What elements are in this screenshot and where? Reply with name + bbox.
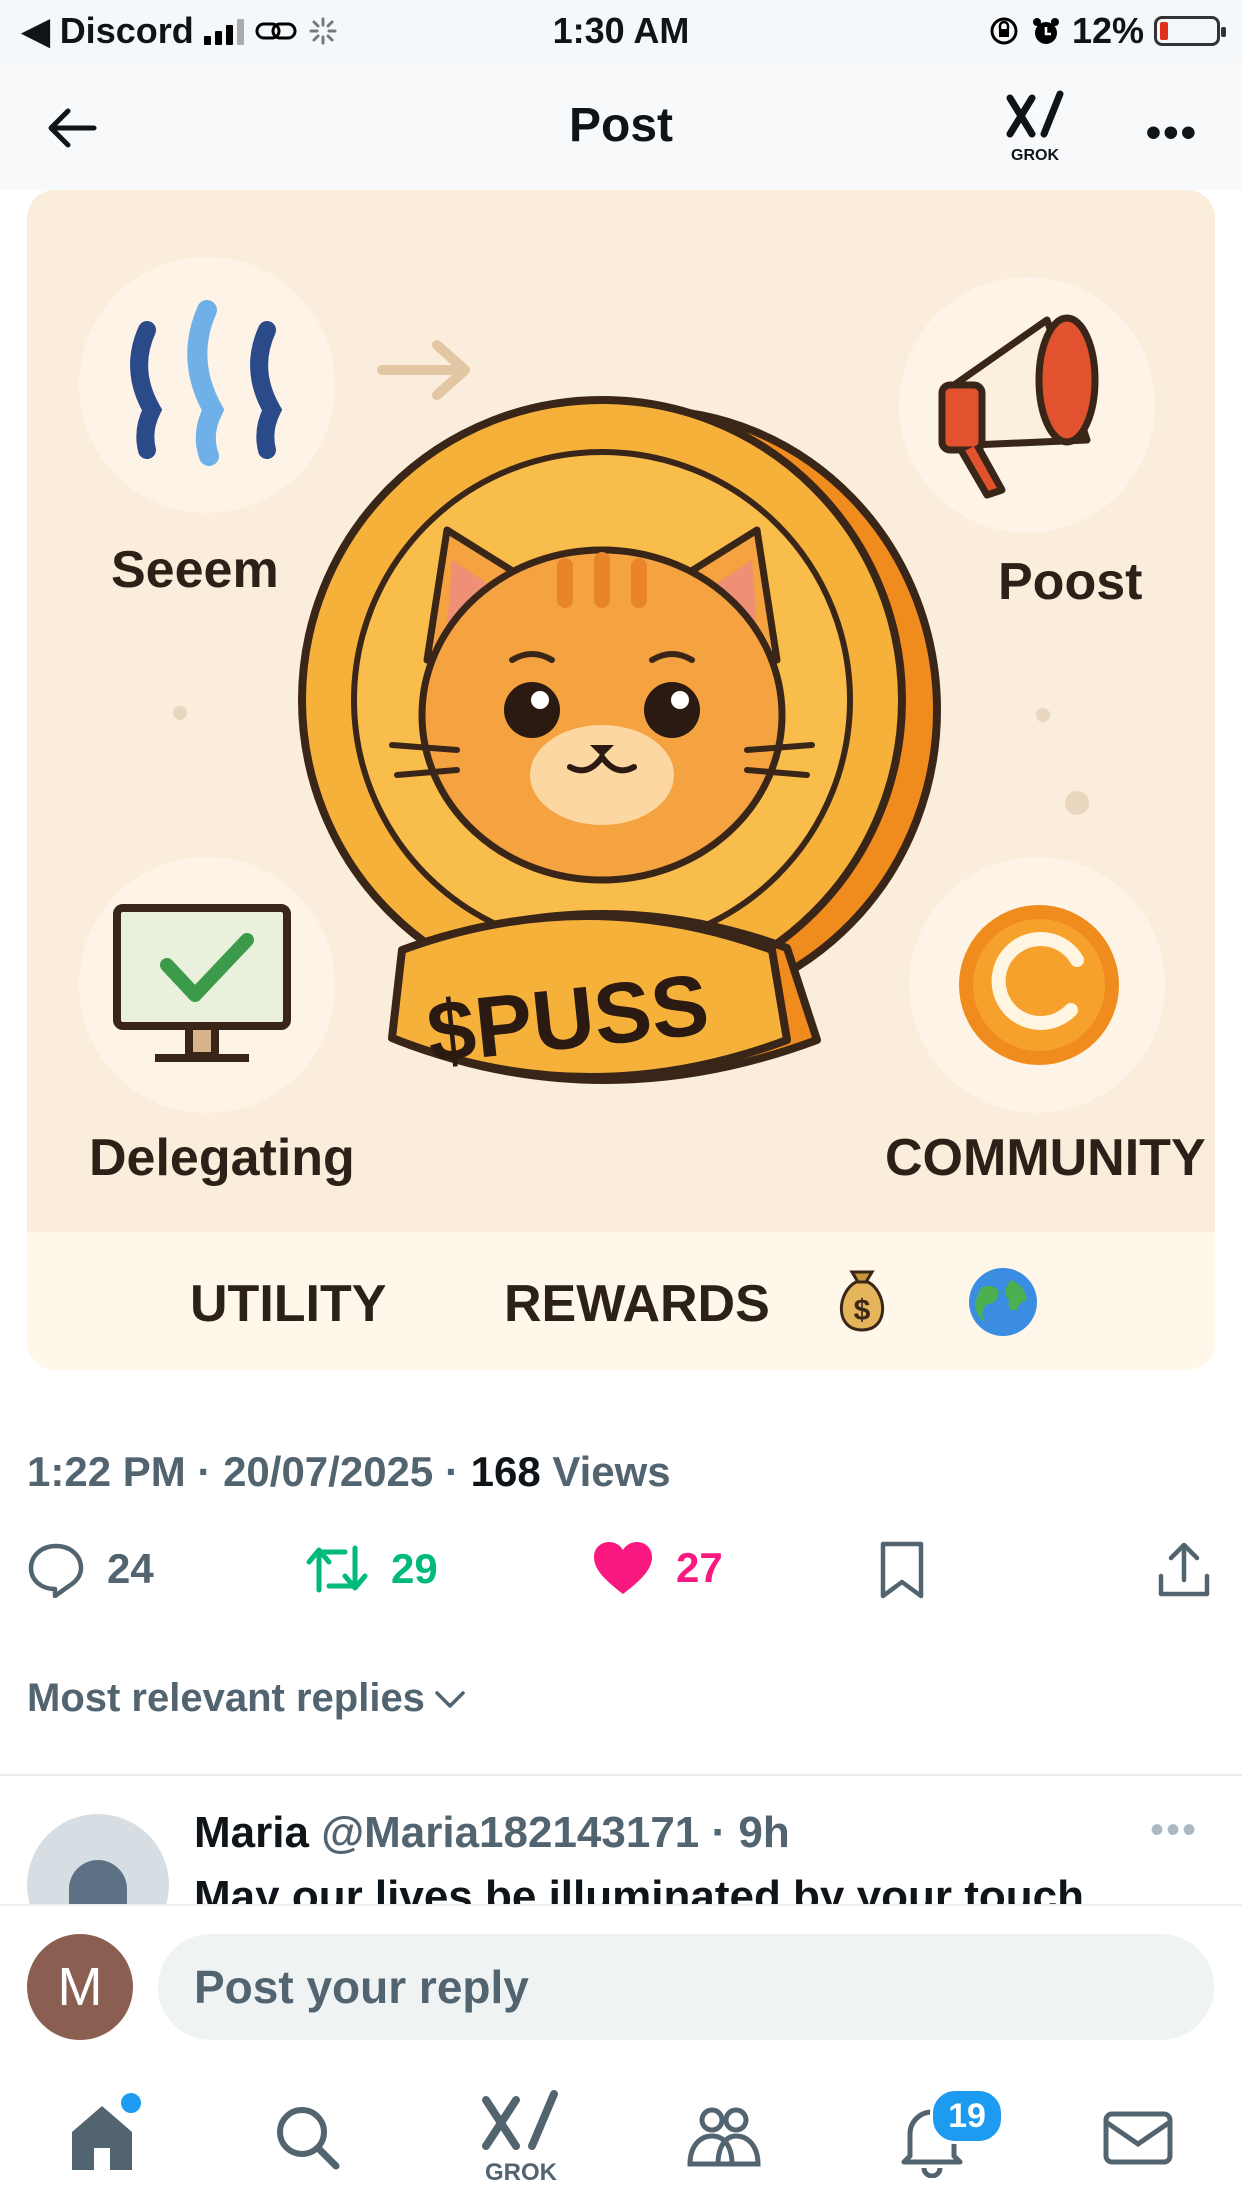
repost-count: 29 [391, 1545, 438, 1592]
svg-text:$: $ [854, 1294, 871, 1327]
like-button[interactable]: 27 [592, 1540, 723, 1596]
replies-sort-dropdown[interactable]: Most relevant replies [27, 1676, 467, 1721]
grok-icon [1006, 90, 1064, 138]
bookmark-button[interactable] [877, 1540, 927, 1600]
communities-icon[interactable] [684, 2098, 764, 2178]
home-unread-dot [118, 2090, 144, 2116]
bookmark-icon [880, 1541, 924, 1599]
reply-composer: M Post your reply [0, 1904, 1242, 2046]
repost-icon [306, 1545, 368, 1593]
reply-age: · 9h [711, 1808, 790, 1857]
label-poost: Poost [998, 553, 1143, 611]
reply-icon [28, 1543, 84, 1598]
alarm-icon [1032, 18, 1059, 44]
label-seeem: Seeem [111, 541, 279, 599]
more-options-icon[interactable]: ••• [1146, 108, 1198, 158]
views-count: 168 [470, 1448, 541, 1495]
grok-nav-button[interactable]: GROK [476, 2088, 566, 2188]
label-rewards: REWARDS [504, 1275, 770, 1333]
label-utility: UTILITY [190, 1275, 387, 1333]
grok-nav-label: GROK [485, 2159, 557, 2186]
views-label: Views [540, 1448, 671, 1495]
chevron-down-icon [435, 1690, 465, 1708]
community-coin-icon [959, 905, 1119, 1065]
status-bar: ◀ Discord 1:30 AM 12% [0, 0, 1242, 62]
rotation-lock-icon [990, 17, 1018, 45]
battery-icon [1154, 16, 1226, 46]
share-icon [1158, 1542, 1210, 1597]
replies-sort-label: Most relevant replies [27, 1676, 425, 1720]
notifications-badge: 19 [930, 2088, 1004, 2144]
mail-icon[interactable] [1098, 2098, 1178, 2178]
image-bottom-strip: UTILITY REWARDS $ [27, 1232, 1215, 1370]
heart-icon [594, 1542, 652, 1594]
share-button[interactable] [1157, 1540, 1211, 1600]
status-right: 12% [988, 10, 1226, 52]
grok-icon [482, 2090, 558, 2150]
reply-more-icon[interactable]: ••• [1150, 1808, 1198, 1853]
reply-author: Maria @Maria182143171 · 9h [194, 1808, 790, 1858]
post-image[interactable]: Seeem Poost $PUSS Delegating COMMUNITY U… [27, 190, 1215, 1370]
my-avatar[interactable]: M [27, 1934, 133, 2040]
reply-text: May our lives be illuminated by your tou… [194, 1872, 1084, 1904]
money-bag-icon: $ [839, 1270, 885, 1332]
post-image-art [79, 257, 1165, 1113]
grok-button[interactable]: GROK [1004, 90, 1066, 164]
like-count: 27 [676, 1544, 723, 1591]
avatar[interactable] [27, 1814, 169, 1904]
reply-button[interactable]: 24 [27, 1540, 154, 1598]
globe-icon [969, 1268, 1037, 1336]
reply-input[interactable]: Post your reply [158, 1934, 1214, 2040]
repost-button[interactable]: 29 [305, 1540, 438, 1598]
post-header: Post GROK ••• [0, 62, 1242, 190]
search-icon[interactable] [268, 2098, 348, 2178]
reply-item[interactable]: Maria @Maria182143171 · 9h ••• May our l… [0, 1778, 1242, 1904]
default-avatar-icon [69, 1860, 127, 1904]
meta-sep: · [185, 1448, 224, 1495]
divider [0, 1774, 1242, 1776]
reply-count: 24 [107, 1545, 154, 1592]
reply-handle[interactable]: @Maria182143171 [321, 1808, 699, 1857]
post-date: 20/07/2025 [223, 1448, 434, 1495]
grok-label: GROK [1011, 147, 1059, 164]
meta-sep: · [433, 1448, 471, 1495]
arrow-icon [377, 340, 470, 400]
bottom-nav: GROK [0, 2058, 1242, 2208]
post-time: 1:22 PM [27, 1448, 186, 1495]
post-actions: 24 29 27 [27, 1540, 1215, 1610]
label-community: COMMUNITY [885, 1129, 1206, 1187]
label-delegating: Delegating [89, 1129, 355, 1187]
reply-name[interactable]: Maria [194, 1808, 309, 1857]
post-meta: 1:22 PM · 20/07/2025 · 168 Views [27, 1448, 671, 1496]
battery-percent: 12% [1071, 10, 1144, 51]
